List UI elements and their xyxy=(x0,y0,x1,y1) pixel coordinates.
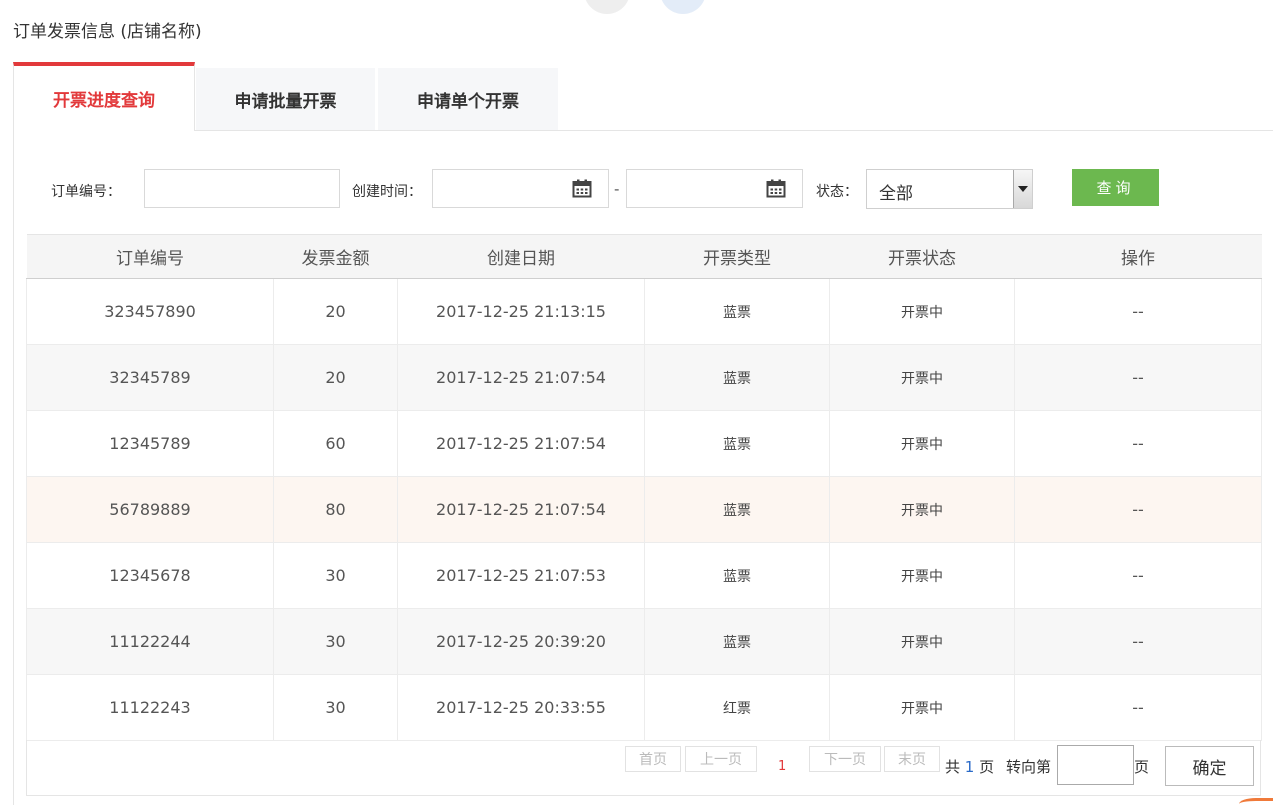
last-page-button[interactable]: 末页 xyxy=(884,746,940,772)
next-page-button[interactable]: 下一页 xyxy=(809,746,881,772)
table-row: 12345789 60 2017-12-25 21:07:54 蓝票 开票中 -… xyxy=(26,410,1262,477)
calendar-icon[interactable] xyxy=(572,179,592,198)
goto-page-field[interactable] xyxy=(1057,745,1134,785)
status-dropdown-button[interactable] xyxy=(1013,170,1032,208)
caret-down-icon xyxy=(1018,186,1028,192)
date-range-separator: - xyxy=(614,180,620,198)
order-no-label: 订单编号： xyxy=(51,184,121,200)
cell-actions: -- xyxy=(1014,410,1262,477)
col-header-order-no: 订单编号 xyxy=(26,234,274,279)
cell-invoice-status: 开票中 xyxy=(829,278,1015,345)
end-date-field[interactable] xyxy=(626,169,803,208)
tab-single-invoice[interactable]: 申请单个开票 xyxy=(378,68,558,130)
goto-page-input[interactable] xyxy=(1058,746,1133,784)
table-row: 11122244 30 2017-12-25 20:39:20 蓝票 开票中 -… xyxy=(26,608,1262,675)
cell-created-date: 2017-12-25 21:13:15 xyxy=(397,278,645,345)
created-time-label: 创建时间： xyxy=(352,184,422,200)
cell-invoice-type: 蓝票 xyxy=(644,608,830,675)
col-header-amount: 发票金额 xyxy=(273,234,398,279)
first-page-button[interactable]: 首页 xyxy=(625,746,681,772)
cell-actions: -- xyxy=(1014,674,1262,741)
table-row: 32345789 20 2017-12-25 21:07:54 蓝票 开票中 -… xyxy=(26,344,1262,411)
cell-invoice-type: 蓝票 xyxy=(644,476,830,543)
goto-page-suffix: 页 xyxy=(1134,758,1150,776)
cell-order-no: 32345789 xyxy=(26,344,274,411)
col-header-created-date: 创建日期 xyxy=(397,234,645,279)
status-select[interactable]: 全部 xyxy=(866,169,1033,209)
cell-order-no: 12345678 xyxy=(26,542,274,609)
col-header-invoice-status: 开票状态 xyxy=(829,234,1015,279)
col-header-actions: 操作 xyxy=(1014,234,1262,279)
total-pages-text: 共 1 页 xyxy=(945,756,994,777)
cell-invoice-status: 开票中 xyxy=(829,476,1015,543)
cell-invoice-type: 蓝票 xyxy=(644,542,830,609)
cell-invoice-type: 蓝票 xyxy=(644,278,830,345)
cell-created-date: 2017-12-25 21:07:54 xyxy=(397,476,645,543)
cell-created-date: 2017-12-25 21:07:54 xyxy=(397,344,645,411)
tab-batch-invoice[interactable]: 申请批量开票 xyxy=(196,68,375,130)
total-pages-count: 1 xyxy=(964,758,975,776)
status-selected-value: 全部 xyxy=(879,184,913,204)
cell-invoice-status: 开票中 xyxy=(829,608,1015,675)
cell-amount: 60 xyxy=(273,410,398,477)
cell-order-no: 56789889 xyxy=(26,476,274,543)
cell-actions: -- xyxy=(1014,278,1262,345)
cell-actions: -- xyxy=(1014,344,1262,411)
content-border xyxy=(13,130,14,805)
table-row: 11122243 30 2017-12-25 20:33:55 红票 开票中 -… xyxy=(26,674,1262,741)
tab-invoice-progress[interactable]: 开票进度查询 xyxy=(13,62,195,131)
cell-order-no: 323457890 xyxy=(26,278,274,345)
table-row: 12345678 30 2017-12-25 21:07:53 蓝票 开票中 -… xyxy=(26,542,1262,609)
order-no-field[interactable] xyxy=(144,169,340,208)
decor-circle xyxy=(660,0,706,14)
corner-decoration xyxy=(1239,798,1273,810)
tab-bar: 开票进度查询 申请批量开票 申请单个开票 xyxy=(13,62,1273,131)
cell-created-date: 2017-12-25 20:33:55 xyxy=(397,674,645,741)
table-row: 323457890 20 2017-12-25 21:13:15 蓝票 开票中 … xyxy=(26,278,1262,345)
cell-amount: 80 xyxy=(273,476,398,543)
start-date-field[interactable] xyxy=(432,169,609,208)
prev-page-button[interactable]: 上一页 xyxy=(685,746,757,772)
cell-amount: 30 xyxy=(273,674,398,741)
table-header-row: 订单编号 发票金额 创建日期 开票类型 开票状态 操作 xyxy=(26,234,1262,279)
cell-invoice-type: 蓝票 xyxy=(644,410,830,477)
cell-actions: -- xyxy=(1014,608,1262,675)
cell-order-no: 11122244 xyxy=(26,608,274,675)
cell-amount: 20 xyxy=(273,344,398,411)
cell-order-no: 12345789 xyxy=(26,410,274,477)
cell-created-date: 2017-12-25 21:07:53 xyxy=(397,542,645,609)
cell-invoice-type: 红票 xyxy=(644,674,830,741)
cell-amount: 30 xyxy=(273,608,398,675)
cell-amount: 30 xyxy=(273,542,398,609)
invoice-table: 订单编号 发票金额 创建日期 开票类型 开票状态 操作 323457890 20… xyxy=(26,234,1262,741)
cell-invoice-status: 开票中 xyxy=(829,410,1015,477)
col-header-invoice-type: 开票类型 xyxy=(644,234,830,279)
cell-invoice-status: 开票中 xyxy=(829,542,1015,609)
cell-order-no: 11122243 xyxy=(26,674,274,741)
cell-created-date: 2017-12-25 20:39:20 xyxy=(397,608,645,675)
cell-invoice-type: 蓝票 xyxy=(644,344,830,411)
query-button[interactable]: 查询 xyxy=(1072,169,1159,206)
page-title: 订单发票信息 (店铺名称) xyxy=(13,22,202,42)
cell-invoice-status: 开票中 xyxy=(829,344,1015,411)
total-prefix: 共 xyxy=(945,758,961,776)
decor-circle xyxy=(584,0,630,14)
status-label: 状态： xyxy=(816,184,858,200)
cell-invoice-status: 开票中 xyxy=(829,674,1015,741)
total-suffix: 页 xyxy=(979,758,995,776)
cell-actions: -- xyxy=(1014,476,1262,543)
calendar-icon[interactable] xyxy=(766,179,786,198)
cell-created-date: 2017-12-25 21:07:54 xyxy=(397,410,645,477)
confirm-goto-button[interactable]: 确定 xyxy=(1165,746,1254,786)
current-page-number[interactable]: 1 xyxy=(778,759,786,774)
table-row: 56789889 80 2017-12-25 21:07:54 蓝票 开票中 -… xyxy=(26,476,1262,543)
cell-actions: -- xyxy=(1014,542,1262,609)
order-no-input[interactable] xyxy=(145,170,339,207)
goto-page-label: 转向第 xyxy=(1006,758,1052,776)
cell-amount: 20 xyxy=(273,278,398,345)
